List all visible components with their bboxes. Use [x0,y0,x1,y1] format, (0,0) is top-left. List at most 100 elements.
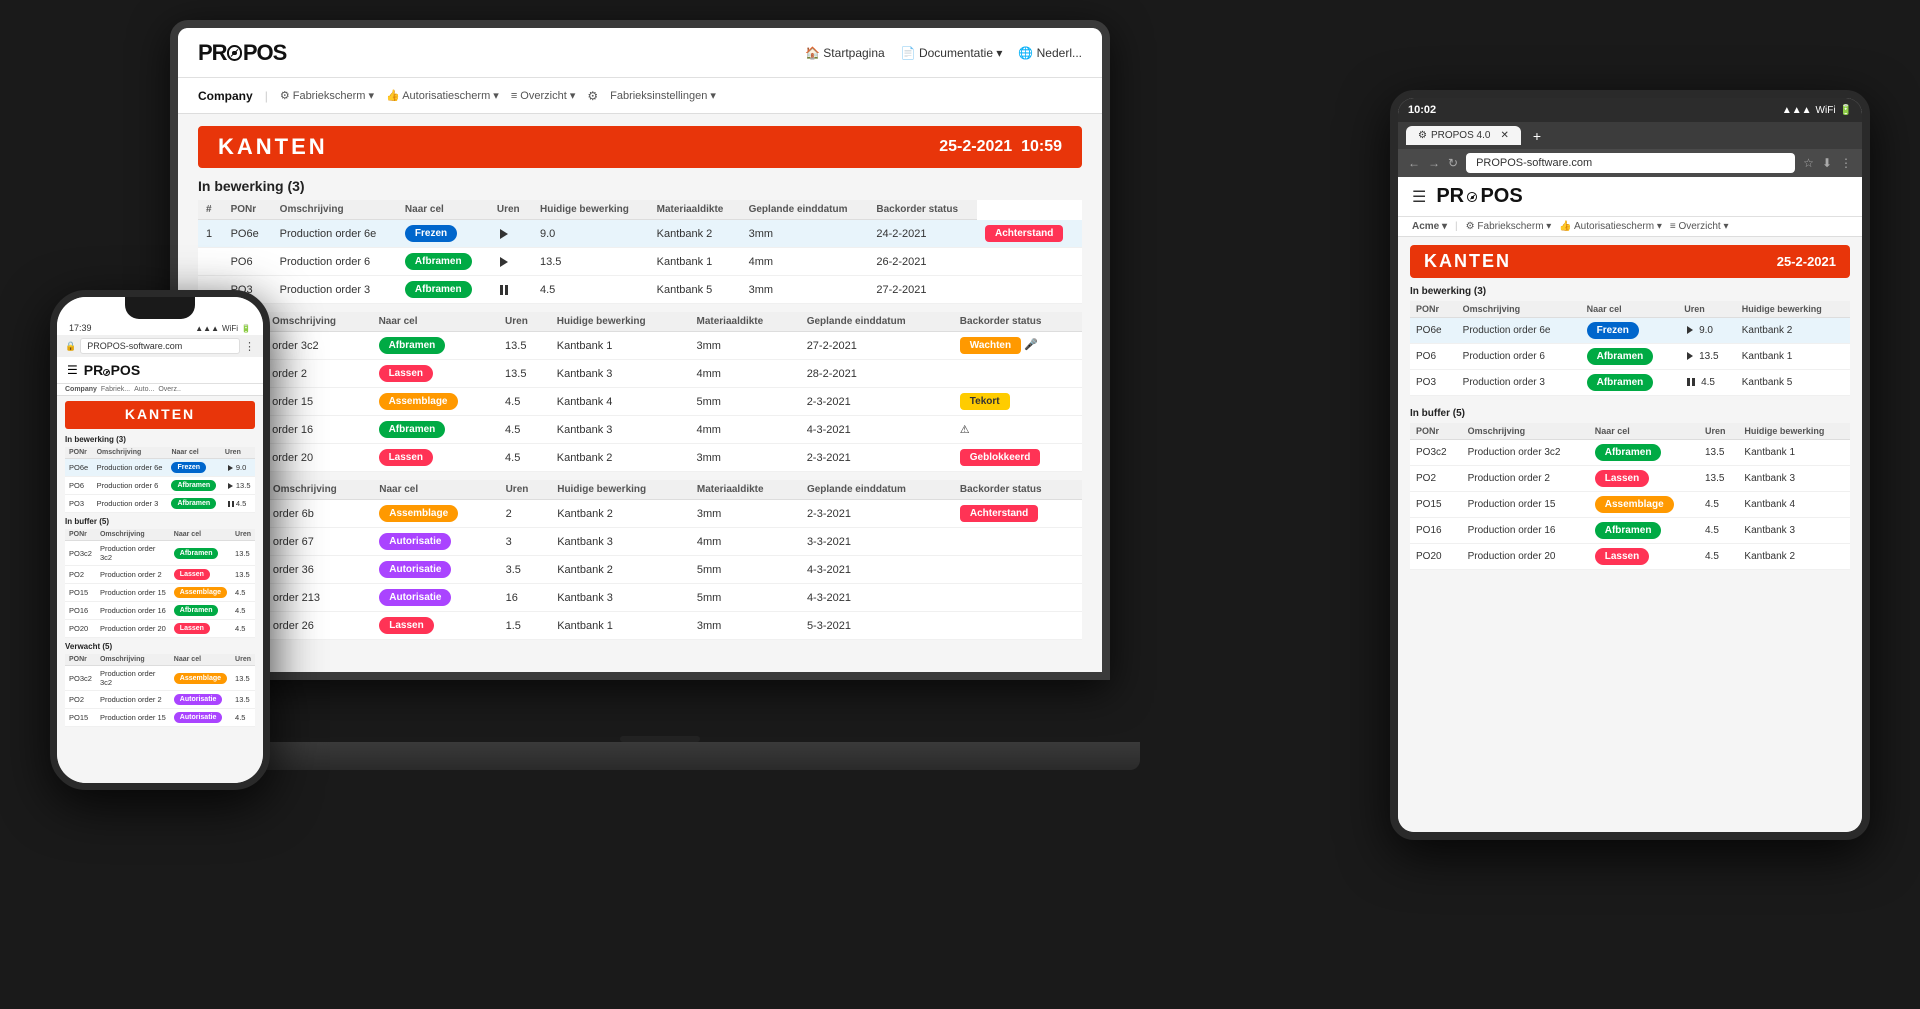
badge-afbramen: Afbramen [405,253,472,270]
table-row[interactable]: PO15Production order 15 Assemblage4.5 [65,584,255,602]
table-row[interactable]: PO15order 15 Assemblage 4.5Kantbank 45mm… [198,388,1082,416]
col-geplande: Geplande einddatum [799,312,952,332]
company-label: Company [198,89,253,103]
nav-documentatie[interactable]: 📄 Documentatie ▾ [901,46,1003,60]
tablet-browser-bar: 10:02 ▲▲▲ WiFi 🔋 [1398,98,1862,122]
cell-uren: 9.0 [532,220,649,248]
phone-toolbar-auto[interactable]: Auto... [134,386,154,393]
table-row[interactable]: PO2order 2 Lassen 13.5Kantbank 34mm28-2-… [198,360,1082,388]
nav-startpagina[interactable]: 🏠 Startpagina [805,46,885,60]
cell-uren: 13.5 [497,332,549,360]
laptop-logo: PRPOS [198,40,286,66]
phone-toolbar-ovz[interactable]: Overz.. [158,386,181,393]
badge-frezen: Frezen [1587,322,1639,339]
table-row[interactable]: PO213order 213 Autorisatie 16Kantbank 35… [198,584,1082,612]
refresh-button[interactable]: ↻ [1448,156,1458,170]
table-row[interactable]: PO16Production order 16 Afbramen4.5 [65,602,255,620]
laptop-app-header: PRPOS 🏠 Startpagina 📄 Documentatie ▾ 🌐 N… [178,28,1102,78]
toolbar-fabrieksinstellingen[interactable]: Fabrieksinstellingen ▾ [610,89,716,102]
table-row[interactable]: PO6border 6b Assemblage 2Kantbank 23mm2-… [198,500,1082,528]
download-icon[interactable]: ⬇ [1822,156,1832,170]
badge-afbramen: Afbramen [379,337,446,354]
table-row[interactable]: PO16order 16 Afbramen 4.5Kantbank 34mm4-… [198,416,1082,444]
table-row[interactable]: PO26order 26 Lassen 1.5Kantbank 13mm5-3-… [198,612,1082,640]
col-huidige-bewerking: Huidige bewerking [532,200,649,220]
toolbar-autorisatiescherm[interactable]: 👍 Autorisatiescherm ▾ [386,89,499,102]
phone-toolbar-fab[interactable]: Fabriek... [101,386,130,393]
phone-wifi-icon: WiFi [222,324,238,333]
phone-in-buffer-table: PONrOmschrijvingNaar celUren PO3c2Produc… [65,529,255,638]
table-row[interactable]: PO3c2Production order 3c2 Afbramen13.5 [65,541,255,566]
table-row[interactable]: PO6 Production order 6 Afbramen 13.5 Kan… [198,248,1082,276]
phone-status-icons: ▲▲▲ WiFi 🔋 [195,324,251,333]
tablet-screen: 10:02 ▲▲▲ WiFi 🔋 ⚙ PROPOS 4.0 ✕ + ← → ↻ [1398,98,1862,832]
phone-verwacht-table: PONrOmschrijvingNaar celUren PO3c2Produc… [65,654,255,727]
table-row[interactable]: PO15Production order 15 Assemblage 4.5Ka… [1410,492,1850,518]
phone-in-bewerking-table: PONrOmschrijvingNaar celUren PO6eProduct… [65,447,255,513]
table-row[interactable]: PO3 Production order 3 Afbramen 4.5 Kant… [198,276,1082,304]
tablet-tab-propos[interactable]: ⚙ PROPOS 4.0 ✕ [1406,126,1521,145]
phone-notch [125,297,195,319]
table-row[interactable]: PO16Production order 16 Afbramen 4.5Kant… [1410,518,1850,544]
table-row[interactable]: PO3Production order 3 Afbramen 4.5 Kantb… [1410,370,1850,396]
table-row[interactable]: 1 PO6e Production order 6e Frezen 9.0 Ka… [198,220,1082,248]
table-row[interactable]: PO6e Production order 6e Frezen 9.0 Kant… [1410,318,1850,344]
nav-language[interactable]: 🌐 Nederl... [1018,46,1082,60]
tab-favicon: ⚙ [1418,130,1427,141]
col-omschrijving: Omschrijving [272,200,397,220]
table-row[interactable]: PO3c2Production order 3c2 Assemblage13.5 [65,666,255,691]
cell-naar-cel: Afbramen [371,332,497,360]
toolbar-autorisatiescherm[interactable]: 👍 Autorisatiescherm ▾ [1559,221,1662,232]
phone-outer: 17:39 ▲▲▲ WiFi 🔋 🔒 PROPOS-software.com ⋮… [50,290,270,790]
toolbar-acme[interactable]: Acme ▾ [1412,221,1447,232]
table-row[interactable]: PO6Production order 6 Afbramen 13.5 [65,477,255,495]
play-icon [500,257,508,267]
forward-button[interactable]: → [1428,156,1440,170]
toolbar-fabriekscherm[interactable]: ⚙ Fabriekscherm ▾ [1466,221,1552,232]
cell-ponr: PO6e [1410,318,1457,344]
back-button[interactable]: ← [1408,156,1420,170]
cell-omschrijving: Production order 3 [272,276,397,304]
table-row[interactable]: PO15Production order 15 Autorisatie4.5 [65,709,255,727]
badge-achterstand: Achterstand [985,225,1063,242]
col-backorder: Backorder status [952,312,1082,332]
tab-close-icon[interactable]: ✕ [1500,130,1508,141]
table-row[interactable]: PO3c2Production order 3c2 Afbramen 13.5K… [1410,440,1850,466]
bookmark-icon[interactable]: ☆ [1803,156,1814,170]
table-row[interactable]: PO36order 36 Autorisatie 3.5Kantbank 25m… [198,556,1082,584]
new-tab-button[interactable]: + [1527,128,1547,144]
menu-icon[interactable]: ⋮ [1840,156,1852,170]
col-materiaaldikte: Materiaaldikte [689,312,799,332]
col-num: # [198,200,223,220]
table-row[interactable]: PO20order 20 Lassen 4.5Kantbank 23mm2-3-… [198,444,1082,472]
table-row[interactable]: PO3Production order 3 Afbramen 4.5 [65,495,255,513]
col-backorder: Backorder status [868,200,977,220]
table-row[interactable]: PO2Production order 2 Autorisatie13.5 [65,691,255,709]
phone-battery-icon: 🔋 [241,324,251,333]
table-row[interactable]: PO20Production order 20 Lassen 4.5Kantba… [1410,544,1850,570]
cell-huidige-bewerking: Kantbank 2 [649,220,741,248]
wifi-icon: WiFi [1816,105,1836,116]
tablet-app-content: ☰ PRPOS Acme ▾ | ⚙ Fabriekscherm ▾ 👍 Aut… [1398,177,1862,832]
address-input[interactable]: PROPOS-software.com [1466,153,1795,173]
phone-logo: PRPOS [84,362,140,378]
phone-hamburger-icon[interactable]: ☰ [67,363,78,377]
phone-menu-icon[interactable]: ⋮ [244,340,255,353]
table-row[interactable]: PO6Production order 6 Afbramen 13.5 Kant… [1410,344,1850,370]
in-buffer-table: PONr Omschrijving Naar cel Uren Huidige … [198,312,1082,472]
table-row[interactable]: PO6eProduction order 6e Frezen 9.0 [65,459,255,477]
phone-address-input[interactable]: PROPOS-software.com [80,338,240,354]
table-row[interactable]: PO67order 67 Autorisatie 3Kantbank 34mm3… [198,528,1082,556]
toolbar-overzicht[interactable]: ≡ Overzicht ▾ [1670,221,1729,232]
phone-app-header: ☰ PRPOS [57,357,263,384]
col-uren: Uren [497,312,549,332]
cell-icon-uren: 9.0 [1678,318,1735,344]
cell-num: 1 [198,220,223,248]
table-row[interactable]: PO20Production order 20 Lassen4.5 [65,620,255,638]
table-row[interactable]: PO2Production order 2 Lassen 13.5Kantban… [1410,466,1850,492]
table-row[interactable]: PO3c2 order 3c2 Afbramen 13.5 Kantbank 1… [198,332,1082,360]
table-row[interactable]: PO2Production order 2 Lassen13.5 [65,566,255,584]
toolbar-fabriekscherm[interactable]: ⚙ Fabriekscherm ▾ [280,89,374,102]
toolbar-overzicht[interactable]: ≡ Overzicht ▾ [511,89,576,102]
hamburger-menu-icon[interactable]: ☰ [1412,187,1426,207]
